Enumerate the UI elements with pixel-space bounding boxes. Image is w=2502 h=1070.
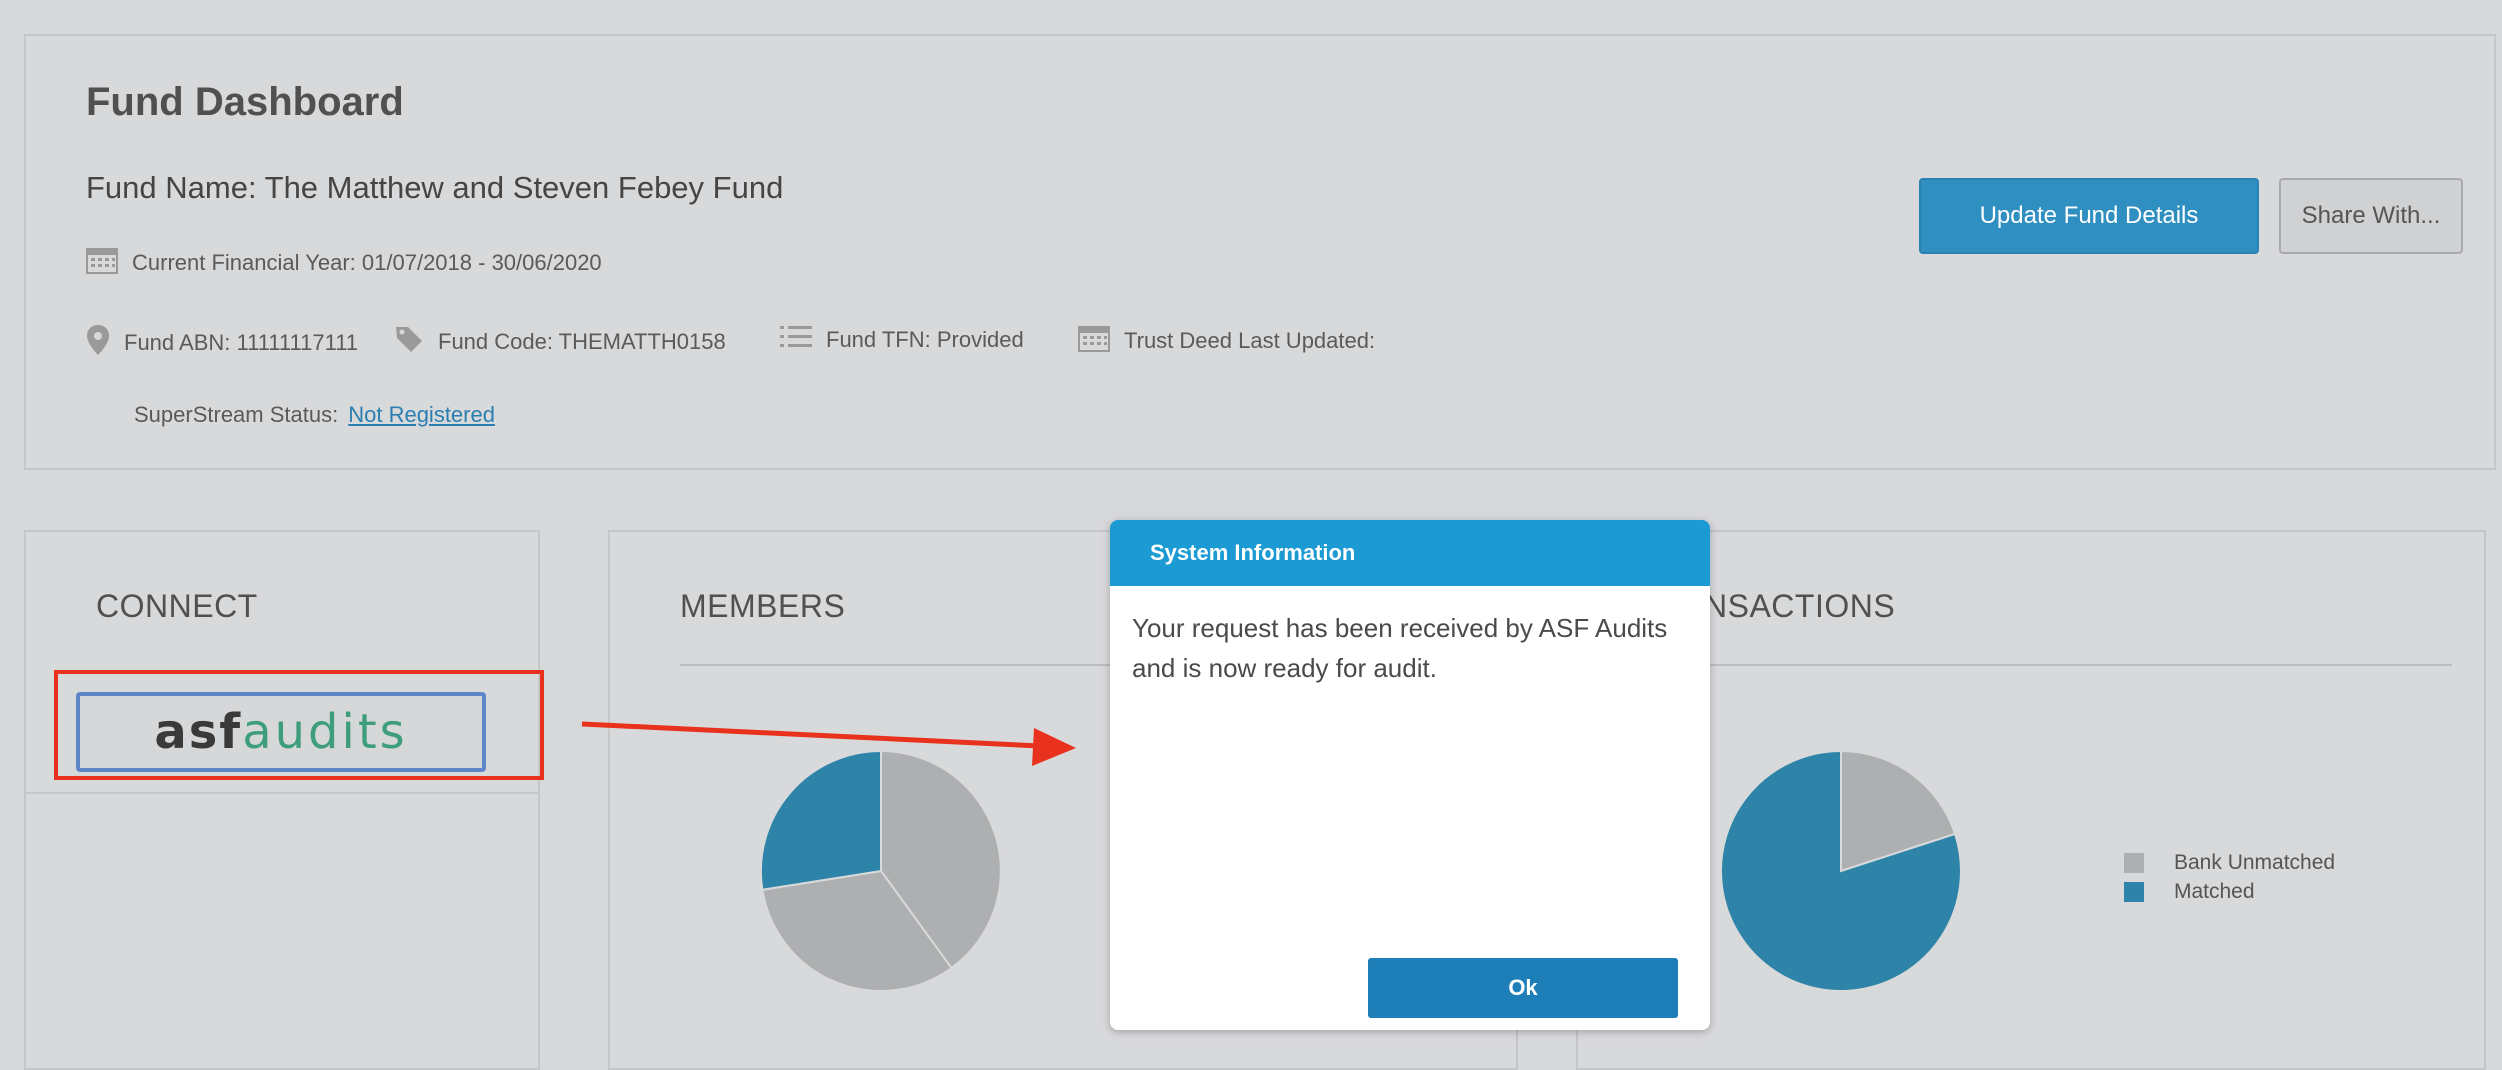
fund-code-text: Fund Code: THEMATTH0158 [438,329,726,354]
page-title: Fund Dashboard [86,80,404,124]
fund-abn-item: Fund ABN: 11111117111 [86,324,358,362]
fund-tfn-item: Fund TFN: Provided [780,324,1024,356]
transactions-divider [1700,664,2452,666]
legend-item: Matched [2124,877,2335,906]
transactions-title: NSACTIONS [1704,588,1896,624]
annotation-arrow [581,721,1076,766]
share-with-button[interactable]: Share With... [2279,178,2463,254]
superstream-status-link[interactable]: Not Registered [348,402,495,428]
calendar-icon [86,246,118,280]
fund-name: Fund Name: The Matthew and Steven Febey … [86,170,784,205]
location-pin-icon [86,324,110,362]
connect-divider [24,792,540,794]
system-information-dialog: System Information Your request has been… [1110,520,1710,1030]
legend-swatch [2124,852,2144,873]
annotation-highlight-box [54,670,544,780]
trust-deed-item: Trust Deed Last Updated: [1078,324,1375,358]
update-fund-details-button[interactable]: Update Fund Details [1919,178,2259,254]
superstream-label: SuperStream Status: [134,402,339,427]
ok-button[interactable]: Ok [1368,958,1678,1018]
list-icon [780,324,812,356]
members-title: MEMBERS [680,588,846,624]
dialog-message: Your request has been received by ASF Au… [1132,613,1668,683]
connect-title: CONNECT [96,588,258,624]
calendar-icon [1078,324,1110,358]
legend-label: Bank Unmatched [2174,850,2336,874]
financial-year-row: Current Financial Year: 01/07/2018 - 30/… [86,246,602,280]
transactions-pie-chart [1719,749,1962,992]
financial-year-text: Current Financial Year: 01/07/2018 - 30/… [132,250,602,275]
fund-code-item: Fund Code: THEMATTH0158 [394,324,726,360]
superstream-status-row: SuperStream Status: Not Registered [134,402,495,428]
fund-abn-text: Fund ABN: 11111117111 [124,330,359,355]
legend-swatch [2124,881,2144,902]
legend-item: Bank Unmatched [2124,848,2335,877]
fund-tfn-text: Fund TFN: Provided [826,327,1024,352]
legend-label: Matched [2174,879,2255,903]
tag-icon [394,324,424,360]
dialog-title: System Information [1110,520,1710,586]
transactions-legend: Bank Unmatched Matched [2124,848,2335,906]
trust-deed-text: Trust Deed Last Updated: [1124,328,1376,353]
